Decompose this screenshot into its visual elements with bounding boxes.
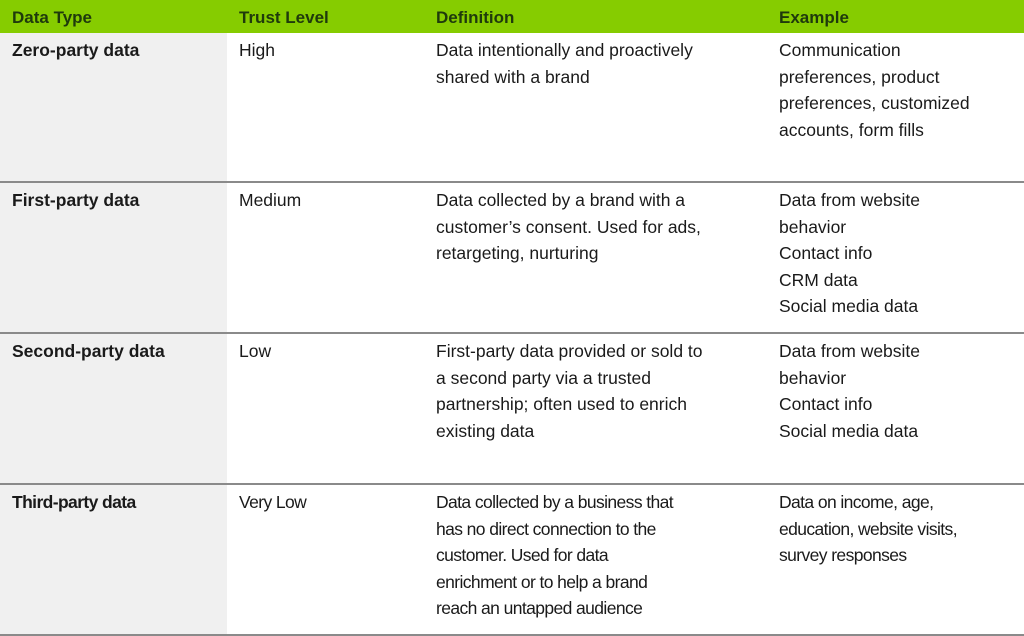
example-cell: Data on income, age, education, website … — [768, 485, 1024, 634]
definition-line: reach an untapped audience — [436, 598, 643, 618]
data-type-cell: Second-party data — [0, 334, 227, 483]
example-line: Contact info — [779, 394, 873, 414]
definition-line: a second party via a trusted — [436, 367, 651, 388]
definition-line: has no direct connection to the — [436, 518, 656, 539]
example-line: Data from website — [779, 190, 921, 210]
example-line: preferences, product — [779, 66, 940, 87]
data-type-cell: First-party data — [0, 183, 227, 332]
definition-line: shared with a brand — [436, 66, 590, 87]
trust-level-cell: Low — [239, 341, 272, 361]
example-line: Communication — [779, 40, 901, 60]
example-line: Data from website — [779, 341, 921, 361]
definition-line: retargeting, nurturing — [436, 243, 599, 263]
example-line: survey responses — [779, 545, 907, 565]
example-cell: Data from website behavior Contact info … — [768, 183, 1024, 332]
definition-cell: Data intentionally and proactively share… — [425, 33, 768, 181]
example-line: Social media data — [779, 420, 919, 441]
definition-line: customer. Used for data — [436, 545, 609, 565]
header-data-type: Data Type — [12, 8, 92, 27]
table-header-row: Data Type Trust Level Definition Example — [0, 0, 1024, 33]
example-line: Social media data — [779, 296, 919, 316]
example-cell: Communication preferences, product prefe… — [768, 33, 1024, 181]
example-line: preferences, customized — [779, 93, 970, 113]
definition-line: Data intentionally and proactively — [436, 40, 693, 60]
definition-line: customer’s consent. Used for ads, — [436, 216, 701, 237]
definition-line: Data collected by a brand with a — [436, 190, 686, 210]
definition-line: enrichment or to help a brand — [436, 571, 648, 592]
definition-cell: Data collected by a brand with a custome… — [425, 183, 768, 332]
data-types-table: Data Type Trust Level Definition Example… — [0, 0, 1024, 636]
header-trust-level: Trust Level — [239, 8, 329, 27]
trust-level-cell: High — [239, 40, 275, 60]
definition-line: existing data — [436, 420, 535, 441]
table-row: Second-party data Low First-party data p… — [0, 334, 1024, 485]
example-line: accounts, form fills — [779, 119, 924, 140]
example-line: Data on income, age, — [779, 492, 934, 512]
definition-line: partnership; often used to enrich — [436, 394, 687, 414]
table-row: First-party data Medium Data collected b… — [0, 183, 1024, 334]
header-definition: Definition — [436, 8, 515, 27]
data-type-cell: Zero-party data — [0, 33, 227, 181]
example-line: CRM data — [779, 269, 858, 290]
trust-level-cell: Very Low — [239, 492, 307, 512]
example-line: Contact info — [779, 243, 873, 263]
header-example: Example — [779, 8, 849, 27]
example-cell: Data from website behavior Contact info … — [768, 334, 1024, 483]
example-line: education, website visits, — [779, 518, 958, 539]
definition-cell: Data collected by a business that has no… — [425, 485, 768, 634]
example-line: behavior — [779, 216, 847, 237]
definition-line: Data collected by a business that — [436, 492, 674, 512]
trust-level-cell: Medium — [239, 190, 302, 210]
definition-cell: First-party data provided or sold to a s… — [425, 334, 768, 483]
example-line: behavior — [779, 367, 847, 388]
table-row: Zero-party data High Data intentionally … — [0, 33, 1024, 183]
definition-line: First-party data provided or sold to — [436, 341, 703, 361]
table-row: Third-party data Very Low Data collected… — [0, 485, 1024, 636]
data-type-cell: Third-party data — [0, 485, 227, 634]
